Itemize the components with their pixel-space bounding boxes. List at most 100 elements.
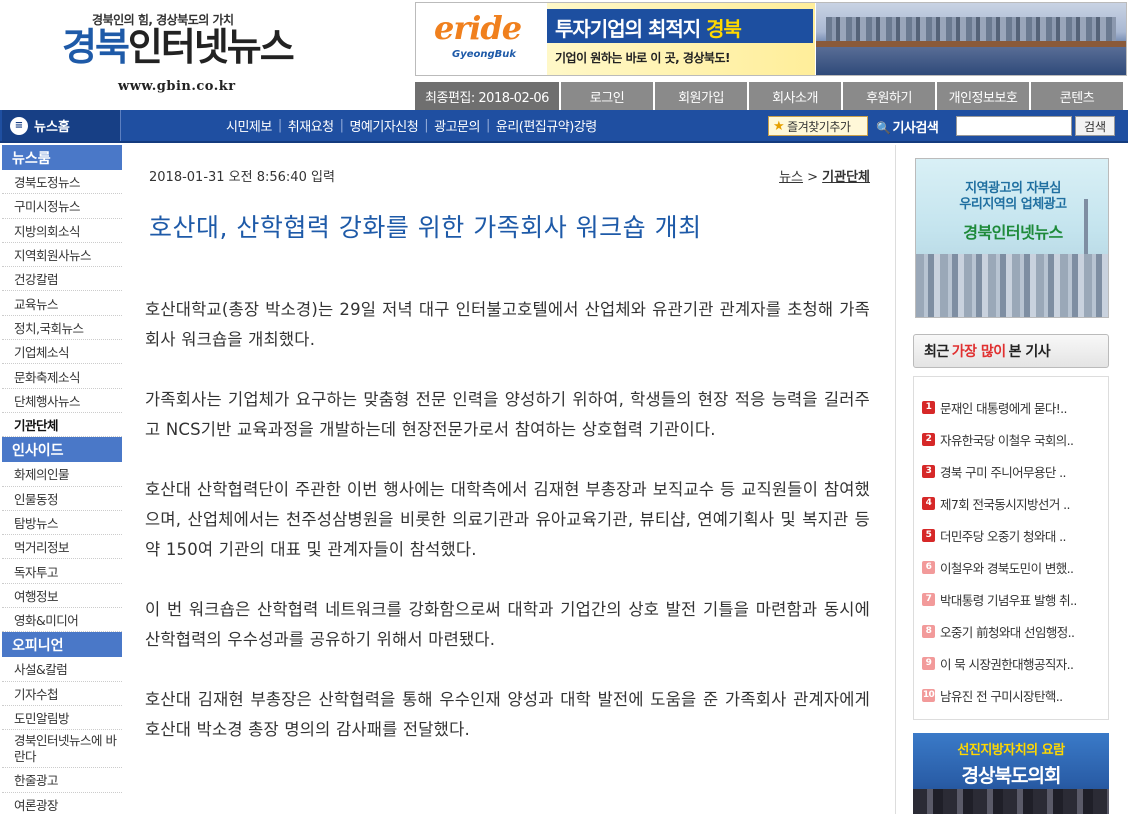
list-item-title: 문재인 대통령에게 묻다!.. xyxy=(940,400,1068,416)
sidebar-item[interactable]: 지역회원사뉴스 xyxy=(2,242,122,268)
list-item-title: 경북 구미 주니어무용단 .. xyxy=(940,464,1066,480)
sidebar-item[interactable]: 교육뉴스 xyxy=(2,291,122,316)
most-viewed-title-post: 본 기사 xyxy=(1008,344,1051,360)
rank-badge: 8 xyxy=(922,624,935,638)
sidebar-item[interactable]: 여행정보 xyxy=(2,583,122,609)
signup-link[interactable]: 회원가입 xyxy=(655,82,747,110)
article-search-label: 🔍 기사검색 xyxy=(876,117,939,136)
sidebar-item[interactable]: 여론광장 xyxy=(2,792,122,814)
list-item[interactable]: 8 오중기 前청와대 선임행정.. xyxy=(914,615,1108,647)
sidebar-item[interactable]: 기자수첩 xyxy=(2,681,122,706)
site-title-part1: 경북 xyxy=(62,25,130,69)
local-ad-line3: 경북인터넷뉴스 xyxy=(963,223,1063,242)
rank-badge: 7 xyxy=(922,592,935,606)
list-item-title: 이철우와 경북도민이 변했.. xyxy=(940,560,1074,576)
council-ad-photo xyxy=(913,789,1109,814)
list-item[interactable]: 3 경북 구미 주니어무용단 .. xyxy=(914,455,1108,487)
local-ad-banner[interactable]: 지역광고의 자부심 우리지역의 업체광고 경북인터넷뉴스 xyxy=(915,158,1109,318)
sidebar-item[interactable]: 구미시정뉴스 xyxy=(2,194,122,219)
eride-brand-sub: GyeongBuk xyxy=(452,49,517,60)
sidebar-item[interactable]: 사설&칼럼 xyxy=(2,657,122,682)
sidebar-item[interactable]: 화제의인물 xyxy=(2,462,122,487)
article-headline: 호산대, 산학협력 강화를 위한 가족회사 워크숍 개최 xyxy=(149,213,702,242)
site-title-part2: 인터넷뉴스 xyxy=(127,25,295,69)
list-item-title: 박대통령 기념우표 발행 취.. xyxy=(940,592,1077,608)
search-icon: 🔍 xyxy=(876,121,891,135)
list-item[interactable]: 2 자유한국당 이철우 국회의.. xyxy=(914,423,1108,455)
sponsor-link[interactable]: 후원하기 xyxy=(843,82,935,110)
nav-link-citizen-report[interactable]: 시민제보 xyxy=(226,116,272,135)
list-item-title: 자유한국당 이철우 국회의.. xyxy=(940,432,1074,448)
privacy-link[interactable]: 개인정보보호 xyxy=(937,82,1029,110)
sidebar-item[interactable]: 문화축제소식 xyxy=(2,364,122,389)
banner-subline: 기업이 원하는 바로 이 곳, 경상북도! xyxy=(555,51,730,65)
nav-link-ad-inquiry[interactable]: 광고문의 xyxy=(434,116,480,135)
sidebar-item[interactable]: 먹거리정보 xyxy=(2,535,122,560)
news-home-link[interactable]: ≡ 뉴스홈 xyxy=(2,110,121,141)
breadcrumb-category[interactable]: 기관단체 xyxy=(822,170,870,185)
list-item[interactable]: 7 박대통령 기념우표 발행 취.. xyxy=(914,583,1108,615)
company-intro-link[interactable]: 회사소개 xyxy=(749,82,841,110)
rank-badge: 4 xyxy=(922,496,935,510)
news-home-label: 뉴스홈 xyxy=(34,120,70,135)
sidebar-item[interactable]: 지방의회소식 xyxy=(2,218,122,243)
nav-separator: | xyxy=(277,118,282,133)
provincial-council-ad[interactable]: 선진지방자치의 요람 경상북도의회 xyxy=(913,733,1109,814)
list-item[interactable]: 6 이철우와 경북도민이 변했.. xyxy=(914,551,1108,583)
rank-badge: 5 xyxy=(922,528,935,542)
sidebar-item[interactable]: 인물동정 xyxy=(2,486,122,511)
breadcrumb-news[interactable]: 뉴스 xyxy=(779,170,803,185)
nav-link-coverage-request[interactable]: 취재요청 xyxy=(288,116,334,135)
nav-link-honorary-reporter[interactable]: 명예기자신청 xyxy=(349,116,418,135)
rank-badge: 2 xyxy=(922,432,935,446)
login-link[interactable]: 로그인 xyxy=(561,82,653,110)
home-icon: ≡ xyxy=(10,116,28,135)
site-title[interactable]: 경북인터넷뉴스 xyxy=(62,24,295,70)
sidebar-section-opinion[interactable]: 오피니언 xyxy=(2,632,122,658)
add-favorite-button[interactable]: ★ 즐겨찾기추가 xyxy=(768,116,868,136)
sidebar-item-active[interactable]: 기관단체 xyxy=(2,412,122,438)
contents-link[interactable]: 콘텐츠 xyxy=(1031,82,1123,110)
nav-links: 시민제보 | 취재요청 | 명예기자신청 | 광고문의 | 윤리(편집규약)강령 xyxy=(226,110,597,141)
nav-link-ethics[interactable]: 윤리(편집규약)강령 xyxy=(496,116,597,135)
sidebar-item[interactable]: 경북인터넷뉴스에 바란다 xyxy=(2,730,122,769)
sidebar-item[interactable]: 독자투고 xyxy=(2,559,122,584)
article-paragraph: 호산대학교(총장 박소경)는 29일 저녁 대구 인터불고호텔에서 산업체와 유… xyxy=(145,300,870,349)
banner-headline-part1: 투자기업 xyxy=(555,17,626,41)
sidebar-item[interactable]: 기업체소식 xyxy=(2,340,122,365)
site-logo[interactable]: 경북인의 힘, 경상북도의 가치 경북인터넷뉴스 www.gbin.co.kr xyxy=(0,0,410,108)
sidebar-item[interactable]: 단체행사뉴스 xyxy=(2,388,122,413)
eride-logo: eride GyeongBuk xyxy=(416,3,546,75)
article-paragraph: 호산대 김재현 부총장은 산학협력을 통해 우수인재 양성과 대학 발전에 도움… xyxy=(145,690,870,739)
list-item-title: 더민주당 오중기 청와대 .. xyxy=(940,528,1066,544)
column-divider xyxy=(895,145,896,814)
list-item-title: 제7회 전국동시지방선거 .. xyxy=(940,496,1070,512)
rank-badge: 3 xyxy=(922,464,935,478)
sidebar-item[interactable]: 영화&미디어 xyxy=(2,608,122,633)
local-ad-line2: 우리지역의 업체광고 xyxy=(959,197,1067,212)
article-paragraph: 호산대 산학협력단이 주관한 이번 행사에는 대학측에서 김재현 부총장과 보직… xyxy=(145,480,870,559)
list-item[interactable]: 5 더민주당 오중기 청와대 .. xyxy=(914,519,1108,551)
search-input[interactable] xyxy=(956,116,1072,136)
sidebar-item[interactable]: 도민알림방 xyxy=(2,705,122,731)
list-item-title: 남유진 전 구미시장탄핵.. xyxy=(940,688,1063,704)
most-viewed-title: 최근 가장 많이 본 기사 xyxy=(913,334,1109,368)
sidebar-item[interactable]: 건강칼럼 xyxy=(2,267,122,292)
rank-badge: 1 xyxy=(922,400,935,414)
sidebar-item[interactable]: 정치,국회뉴스 xyxy=(2,315,122,341)
list-item[interactable]: 1 문재인 대통령에게 묻다!.. xyxy=(914,391,1108,423)
top-utility-bar: 최종편집: 2018-02-06 로그인 회원가입 회사소개 후원하기 개인정보… xyxy=(415,82,1127,110)
list-item[interactable]: 9 이 묵 시장권한대행공직자.. xyxy=(914,647,1108,679)
sidebar-section-inside[interactable]: 인사이드 xyxy=(2,437,122,463)
search-button[interactable]: 검색 xyxy=(1075,116,1115,136)
list-item[interactable]: 10 남유진 전 구미시장탄핵.. xyxy=(914,679,1108,711)
list-item[interactable]: 4 제7회 전국동시지방선거 .. xyxy=(914,487,1108,519)
left-sidebar: 뉴스룸 경북도정뉴스 구미시정뉴스 지방의회소식 지역회원사뉴스 건강칼럼 교육… xyxy=(2,145,122,814)
sidebar-item[interactable]: 경북도정뉴스 xyxy=(2,170,122,195)
list-item-title: 이 묵 시장권한대행공직자.. xyxy=(940,656,1074,672)
top-banner-ad[interactable]: eride GyeongBuk 투자기업의 최적지 경북 기업이 원하는 바로 … xyxy=(415,2,1127,76)
banner-bridge xyxy=(816,41,1126,47)
sidebar-item[interactable]: 한줄광고 xyxy=(2,768,122,793)
sidebar-item[interactable]: 탐방뉴스 xyxy=(2,510,122,536)
sidebar-section-newsroom[interactable]: 뉴스룸 xyxy=(2,145,122,170)
